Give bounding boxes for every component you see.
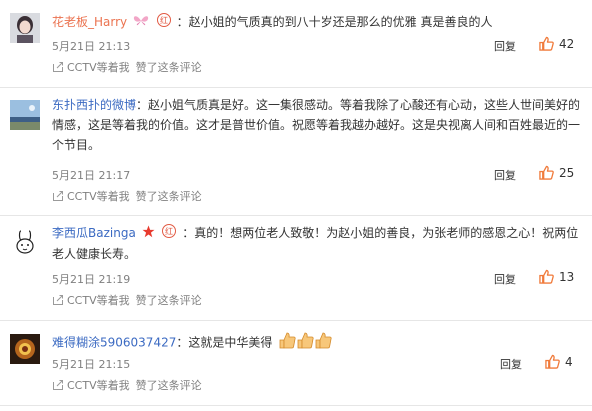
- like-count: 25: [559, 165, 575, 180]
- reply-button[interactable]: 回复: [500, 356, 522, 372]
- thumb-up-icon: [539, 36, 554, 51]
- thumb-up-icon: [539, 165, 554, 180]
- avatar[interactable]: [10, 13, 40, 43]
- forward-icon: [53, 62, 63, 72]
- avatar[interactable]: [10, 228, 40, 258]
- liked-by-row: CCTV等着我 赞了这条评论: [52, 59, 202, 75]
- like-button[interactable]: 4: [545, 354, 573, 369]
- like-count: 42: [559, 36, 575, 51]
- forward-icon: [53, 380, 63, 390]
- red-v-badge-icon[interactable]: 红: [156, 12, 171, 33]
- reply-button[interactable]: 回复: [494, 167, 516, 183]
- liked-by-text: 赞了这条评论: [135, 61, 202, 74]
- red-v-badge-icon[interactable]: 红: [162, 223, 177, 244]
- forward-icon: [53, 191, 63, 201]
- like-button[interactable]: 25: [539, 165, 574, 180]
- divider: [0, 87, 592, 88]
- forward-icon: [53, 295, 63, 305]
- username[interactable]: 李西瓜Bazinga: [52, 226, 136, 240]
- liked-by-text: 赞了这条评论: [135, 190, 202, 203]
- butterfly-badge-icon[interactable]: [133, 13, 149, 33]
- reply-button[interactable]: 回复: [494, 38, 516, 54]
- thumb-up-icon: [539, 269, 554, 284]
- star-badge-icon[interactable]: [142, 224, 155, 244]
- thumbs-up-emoji-icon: [278, 331, 332, 355]
- avatar[interactable]: [10, 334, 40, 364]
- liked-by-text: 赞了这条评论: [135, 294, 202, 307]
- thumb-up-icon: [545, 354, 560, 369]
- comment-text: ：这就是中华美得: [176, 335, 273, 350]
- avatar[interactable]: [10, 100, 40, 130]
- comment-time: 5月21日 21:17: [52, 169, 131, 182]
- liked-by-user[interactable]: CCTV等着我: [67, 188, 130, 204]
- like-count: 4: [565, 354, 573, 369]
- username[interactable]: 难得糊涂5906037427: [52, 336, 176, 350]
- reply-button[interactable]: 回复: [494, 271, 516, 287]
- divider: [0, 405, 592, 406]
- liked-by-user[interactable]: CCTV等着我: [67, 377, 130, 393]
- like-button[interactable]: 42: [539, 36, 574, 51]
- divider: [0, 320, 592, 321]
- liked-by-user[interactable]: CCTV等着我: [67, 292, 130, 308]
- liked-by-row: CCTV等着我 赞了这条评论: [52, 377, 202, 393]
- liked-by-row: CCTV等着我 赞了这条评论: [52, 188, 202, 204]
- comment-time: 5月21日 21:13: [52, 40, 131, 53]
- liked-by-user[interactable]: CCTV等着我: [67, 59, 130, 75]
- username[interactable]: 东扑西扑的微博: [52, 98, 136, 112]
- comment-time: 5月21日 21:19: [52, 273, 131, 286]
- divider: [0, 215, 592, 216]
- svg-text:红: 红: [165, 226, 173, 236]
- comment-time: 5月21日 21:15: [52, 358, 131, 371]
- like-button[interactable]: 13: [539, 269, 574, 284]
- like-count: 13: [559, 269, 575, 284]
- comment-text: ：赵小姐的气质真的到八十岁还是那么的优雅 真是善良的人: [176, 15, 493, 29]
- svg-text:红: 红: [160, 15, 168, 25]
- liked-by-text: 赞了这条评论: [135, 379, 202, 392]
- username[interactable]: 花老板_Harry: [52, 15, 127, 29]
- liked-by-row: CCTV等着我 赞了这条评论: [52, 292, 202, 308]
